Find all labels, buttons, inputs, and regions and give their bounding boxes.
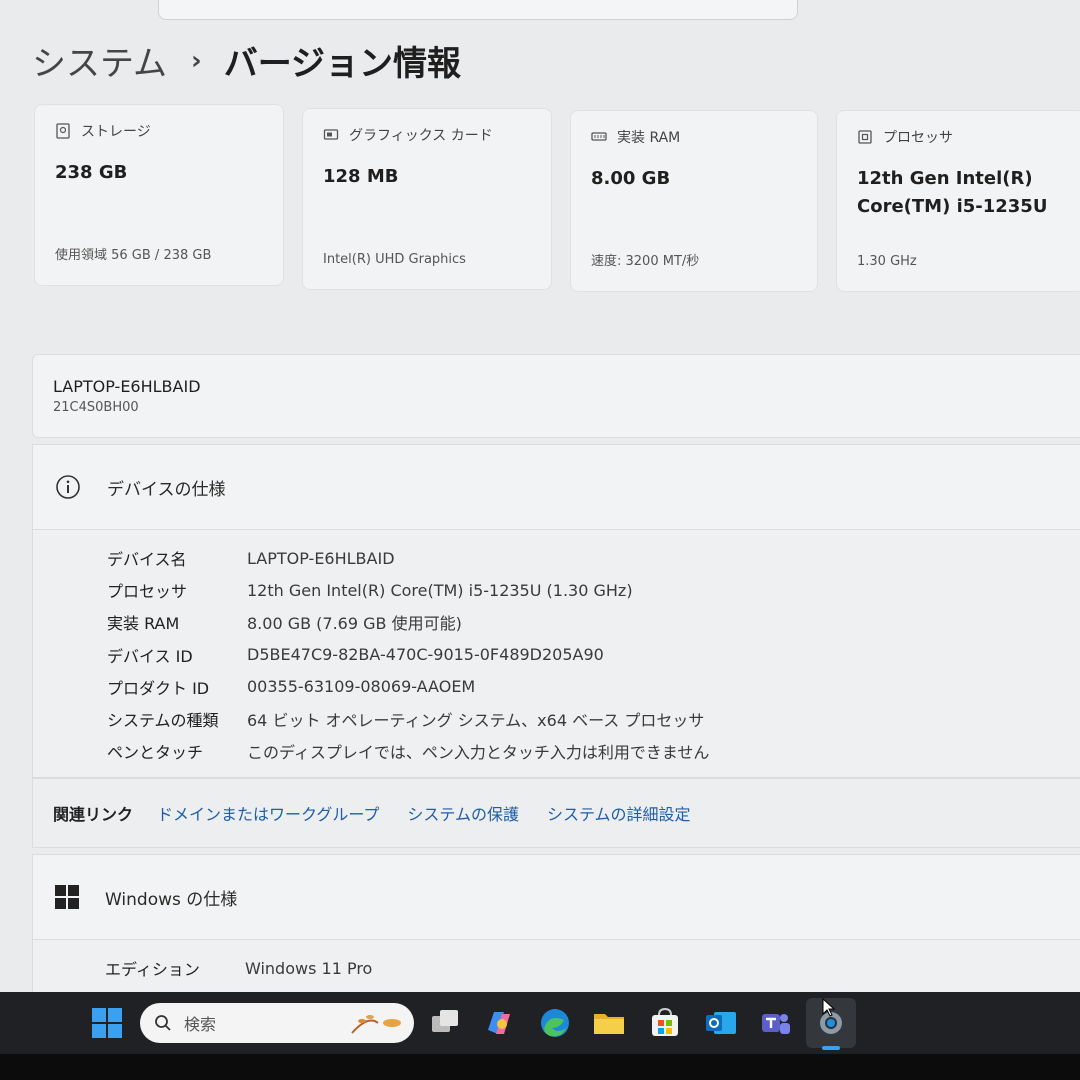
spec-row: プロダクト ID 00355-63109-08069-AAOEM: [107, 671, 1080, 703]
search-icon: [155, 1015, 171, 1031]
spec-row: システムの種類 64 ビット オペレーティング システム、x64 ベース プロセッ…: [107, 703, 1080, 735]
section-title: Windows の仕様: [105, 889, 238, 910]
spec-value: D5BE47C9-82BA-470C-9015-0F489D205A90: [247, 645, 604, 665]
card-sub: 速度: 3200 MT/秒: [591, 254, 700, 269]
section-title: デバイスの仕様: [107, 479, 226, 500]
card-value: 12th Gen Intel(R) Core(TM) i5-1235U: [857, 165, 1065, 221]
card-label: 実装 RAM: [617, 130, 681, 146]
spec-key: システムの種類: [107, 711, 219, 731]
card-graphics[interactable]: グラフィックス カード 128 MB Intel(R) UHD Graphics: [302, 108, 552, 290]
search-placeholder: 検索: [184, 1015, 217, 1034]
spec-value: LAPTOP-E6HLBAID: [247, 548, 395, 568]
card-processor[interactable]: プロセッサ 12th Gen Intel(R) Core(TM) i5-1235…: [836, 110, 1080, 292]
card-label: グラフィックス カード: [349, 128, 493, 144]
device-name: LAPTOP-E6HLBAID: [53, 377, 201, 396]
card-sub: 1.30 GHz: [857, 254, 917, 269]
storage-icon: [56, 123, 70, 139]
spec-key: デバイス ID: [107, 646, 193, 666]
teams-icon[interactable]: [758, 1006, 792, 1040]
outlook-icon[interactable]: [704, 1006, 738, 1040]
card-sub: Intel(R) UHD Graphics: [323, 252, 466, 267]
card-ram[interactable]: 実装 RAM 8.00 GB 速度: 3200 MT/秒: [570, 110, 818, 292]
chevron-right-icon: ›: [190, 45, 202, 76]
related-links: 関連リンク ドメインまたはワークグループ システムの保護 システムの詳細設定: [32, 778, 1080, 848]
spec-value: 12th Gen Intel(R) Core(TM) i5-1235U (1.3…: [247, 580, 633, 600]
spec-key: ペンとタッチ: [107, 743, 204, 763]
windows-logo-icon: [55, 885, 79, 909]
spec-key: プロダクト ID: [107, 678, 210, 698]
mouse-cursor-icon: [822, 998, 836, 1017]
info-icon: [56, 475, 80, 499]
card-value: 238 GB: [55, 162, 128, 183]
card-value-line1: 12th Gen Intel(R): [857, 168, 1033, 189]
breadcrumb-root[interactable]: システム: [32, 36, 167, 85]
device-name-row[interactable]: LAPTOP-E6HLBAID 21C4S0BH00: [32, 354, 1080, 438]
card-label: ストレージ: [81, 124, 151, 140]
spec-value: このディスプレイでは、ペン入力とタッチ入力は利用できません: [247, 743, 710, 763]
store-icon[interactable]: [648, 1006, 682, 1040]
card-label: プロセッサ: [883, 130, 953, 146]
link-system-protection[interactable]: システムの保護: [407, 801, 519, 825]
link-domain-workgroup[interactable]: ドメインまたはワークグループ: [157, 801, 379, 825]
copilot-icon[interactable]: [482, 1006, 516, 1040]
task-view-icon[interactable]: [428, 1006, 462, 1040]
page-title: バージョン情報: [223, 44, 462, 84]
spec-key: 実装 RAM: [107, 614, 180, 634]
processor-icon: [858, 130, 872, 144]
windows-specs-header[interactable]: Windows の仕様: [32, 854, 1080, 940]
link-advanced-system-settings[interactable]: システムの詳細設定: [547, 801, 691, 825]
card-value-line2: Core(TM) i5-1235U: [857, 196, 1048, 217]
spec-key: エディション: [105, 960, 200, 980]
start-icon[interactable]: [90, 1006, 124, 1040]
spec-value: 00355-63109-08069-AAOEM: [247, 677, 476, 697]
gpu-icon: [323, 129, 339, 140]
spec-row: ペンとタッチ このディスプレイでは、ペン入力とタッチ入力は利用できません: [107, 735, 1080, 767]
settings-search-box[interactable]: [158, 0, 798, 20]
spec-value: 64 ビット オペレーティング システム、x64 ベース プロセッサ: [247, 711, 705, 731]
bezel: [0, 1054, 1080, 1080]
card-storage[interactable]: ストレージ 238 GB 使用領域 56 GB / 238 GB: [34, 104, 284, 286]
spec-key: デバイス名: [107, 550, 187, 570]
device-model: 21C4S0BH00: [53, 400, 139, 415]
device-specs-body: デバイス名 LAPTOP-E6HLBAID プロセッサ 12th Gen Intel…: [32, 530, 1080, 778]
active-app-indicator: [822, 1046, 840, 1050]
edge-icon[interactable]: [538, 1006, 572, 1040]
windows-specs-body: エディション Windows 11 Pro: [32, 940, 1080, 1000]
file-explorer-icon[interactable]: [592, 1006, 626, 1040]
search-highlight-icon: [351, 1015, 401, 1034]
ram-icon: [591, 132, 607, 141]
spec-row: デバイス ID D5BE47C9-82BA-470C-9015-0F489D205…: [107, 639, 1080, 671]
spec-row: 実装 RAM 8.00 GB (7.69 GB 使用可能): [107, 606, 1080, 638]
spec-row: プロセッサ 12th Gen Intel(R) Core(TM) i5-1235U…: [107, 574, 1080, 606]
spec-row: エディション Windows 11 Pro: [105, 952, 1080, 984]
spec-row: デバイス名 LAPTOP-E6HLBAID: [107, 542, 1080, 574]
spec-value: Windows 11 Pro: [245, 958, 373, 978]
device-specs-header[interactable]: デバイスの仕様: [32, 444, 1080, 530]
card-value: 128 MB: [323, 166, 399, 187]
taskbar-search[interactable]: 検索: [140, 1003, 414, 1043]
card-sub: 使用領域 56 GB / 238 GB: [55, 248, 212, 263]
spec-key: プロセッサ: [107, 582, 188, 602]
breadcrumb: システム › バージョン情報: [32, 36, 461, 85]
card-value: 8.00 GB: [591, 168, 671, 189]
spec-value: 8.00 GB (7.69 GB 使用可能): [247, 614, 462, 634]
related-links-label: 関連リンク: [53, 805, 134, 824]
